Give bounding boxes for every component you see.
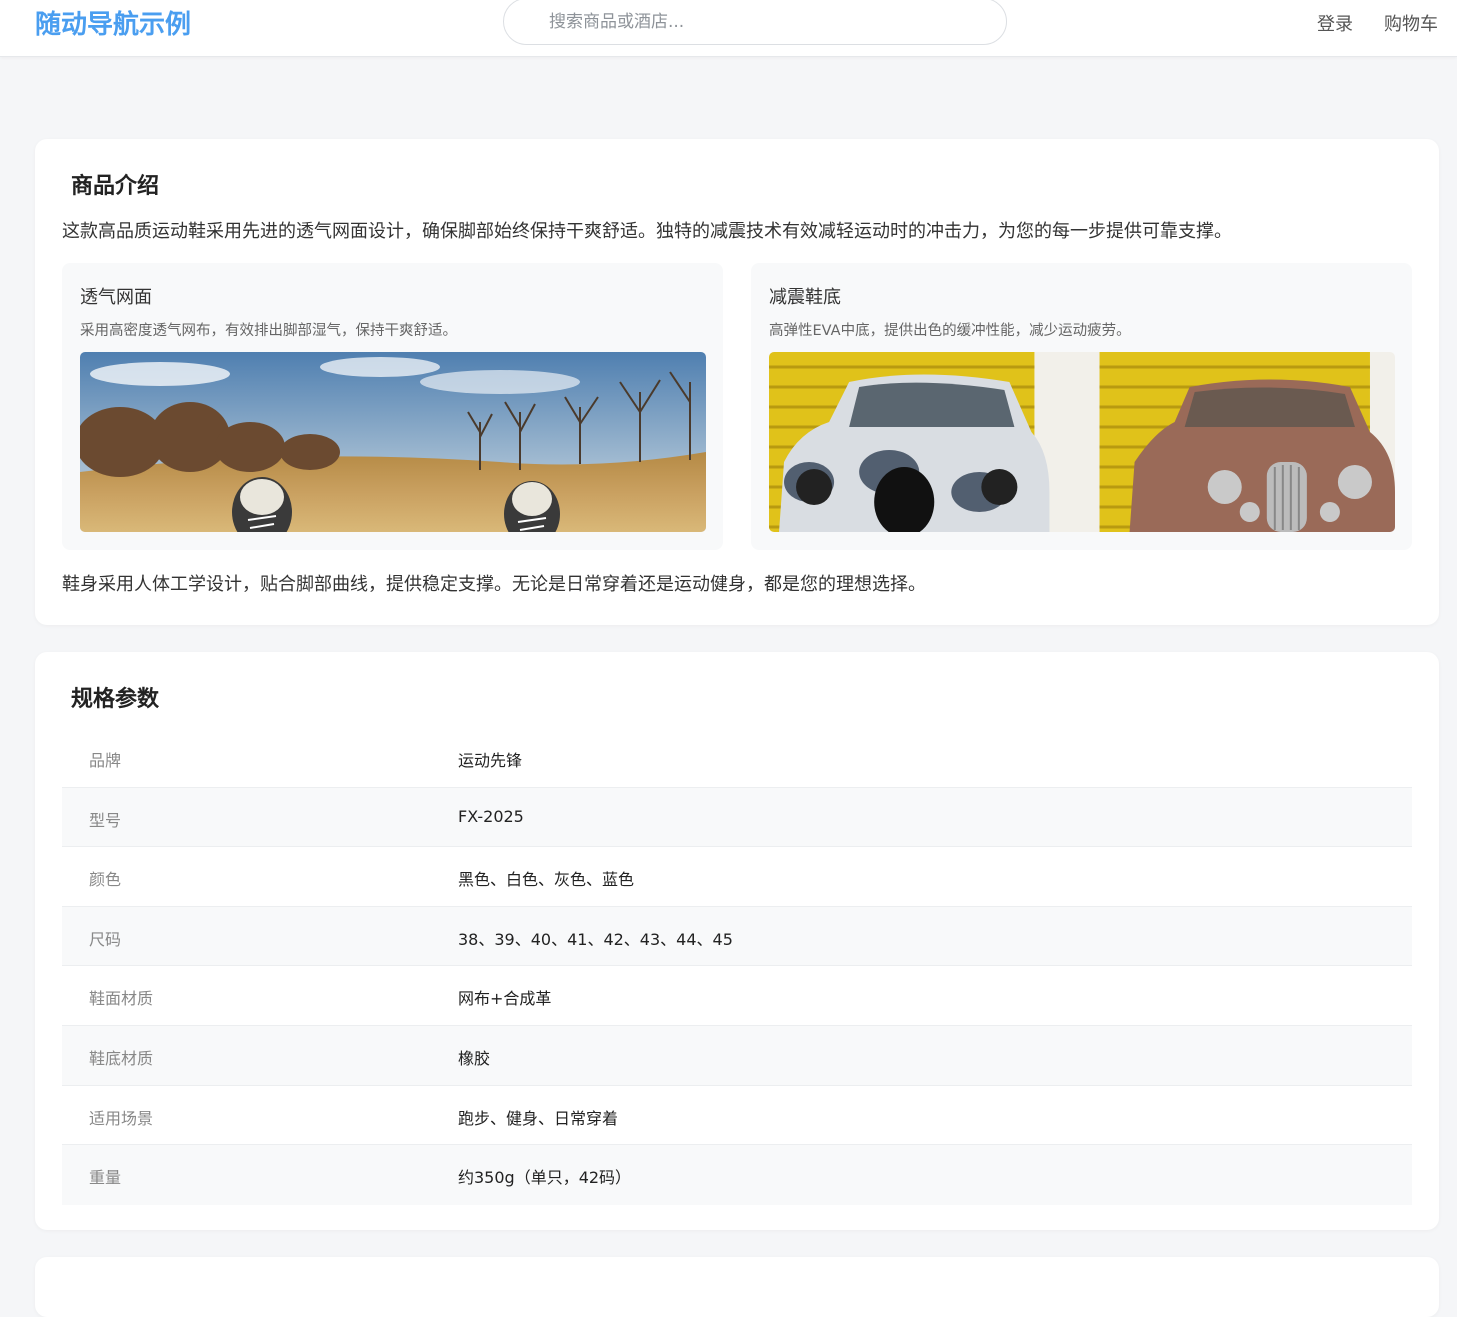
feature-desc: 高弹性EVA中底，提供出色的缓冲性能，减少运动疲劳。 bbox=[769, 323, 1131, 339]
spec-value: FX-2025 bbox=[458, 806, 524, 826]
spec-row-brand: 品牌 运动先锋 bbox=[62, 728, 1412, 788]
spec-table: 品牌 运动先锋 型号 FX-2025 颜色 黑色、白色、灰色、蓝色 尺码 38、… bbox=[62, 728, 1412, 1205]
spec-card: 规格参数 品牌 运动先锋 型号 FX-2025 颜色 黑色、白色、灰色、蓝色 尺… bbox=[35, 652, 1439, 1230]
spec-row-usage: 适用场景 跑步、健身、日常穿着 bbox=[62, 1086, 1412, 1146]
spec-value: 约350g（单只，42码） bbox=[458, 1168, 632, 1188]
spec-key: 鞋底材质 bbox=[89, 1048, 154, 1068]
next-section-card bbox=[35, 1257, 1439, 1317]
cart-link[interactable]: 购物车 bbox=[1384, 10, 1438, 36]
spec-title: 规格参数 bbox=[71, 687, 160, 712]
spec-key: 适用场景 bbox=[89, 1108, 154, 1128]
spec-key: 品牌 bbox=[89, 751, 122, 770]
outro-text: 鞋身采用人体工学设计，贴合脚部曲线，提供稳定支撑。无论是日常穿着还是运动健身，都… bbox=[62, 574, 926, 595]
spec-key: 重量 bbox=[89, 1168, 122, 1188]
feature-title: 减震鞋底 bbox=[769, 287, 841, 308]
spec-row-weight: 重量 约350g（单只，42码） bbox=[62, 1145, 1412, 1205]
spec-key: 尺码 bbox=[89, 929, 122, 949]
spec-key: 型号 bbox=[89, 810, 122, 830]
spec-value: 黑色、白色、灰色、蓝色 bbox=[458, 870, 635, 890]
top-navigation-bar: 随动导航示例 登录 购物车 bbox=[0, 0, 1457, 57]
spec-value: 38、39、40、41、42、43、44、45 bbox=[458, 929, 733, 949]
spec-value: 跑步、健身、日常穿着 bbox=[458, 1108, 619, 1128]
spec-row-size: 尺码 38、39、40、41、42、43、44、45 bbox=[62, 906, 1412, 967]
spec-value: 网布+合成革 bbox=[458, 989, 552, 1009]
spec-key: 颜色 bbox=[89, 870, 122, 890]
spec-value: 橡胶 bbox=[458, 1048, 491, 1068]
site-logo[interactable]: 随动导航示例 bbox=[35, 4, 191, 41]
intro-title: 商品介绍 bbox=[71, 174, 160, 199]
intro-text: 这款高品质运动鞋采用先进的透气网面设计，确保脚部始终保持干爽舒适。独特的减震技术… bbox=[62, 221, 1232, 242]
spec-row-color: 颜色 黑色、白色、灰色、蓝色 bbox=[62, 847, 1412, 907]
feature-card-breathable: 透气网面 采用高密度透气网布，有效排出脚部湿气，保持干爽舒适。 bbox=[62, 263, 723, 550]
search-input[interactable] bbox=[503, 0, 1007, 45]
feature-desc: 采用高密度透气网布，有效排出脚部湿气，保持干爽舒适。 bbox=[80, 323, 457, 339]
spec-key: 鞋面材质 bbox=[89, 989, 154, 1009]
login-link[interactable]: 登录 bbox=[1317, 10, 1353, 36]
spec-row-upper-material: 鞋面材质 网布+合成革 bbox=[62, 966, 1412, 1026]
sneakers-on-grass-image bbox=[80, 352, 706, 532]
vintage-cars-image bbox=[769, 352, 1395, 532]
spec-row-model: 型号 FX-2025 bbox=[62, 787, 1412, 848]
feature-card-cushioning: 减震鞋底 高弹性EVA中底，提供出色的缓冲性能，减少运动疲劳。 bbox=[751, 263, 1412, 550]
product-intro-card: 商品介绍 这款高品质运动鞋采用先进的透气网面设计，确保脚部始终保持干爽舒适。独特… bbox=[35, 139, 1439, 625]
spec-row-sole-material: 鞋底材质 橡胶 bbox=[62, 1025, 1412, 1086]
spec-value: 运动先锋 bbox=[458, 751, 523, 770]
feature-title: 透气网面 bbox=[80, 287, 152, 308]
